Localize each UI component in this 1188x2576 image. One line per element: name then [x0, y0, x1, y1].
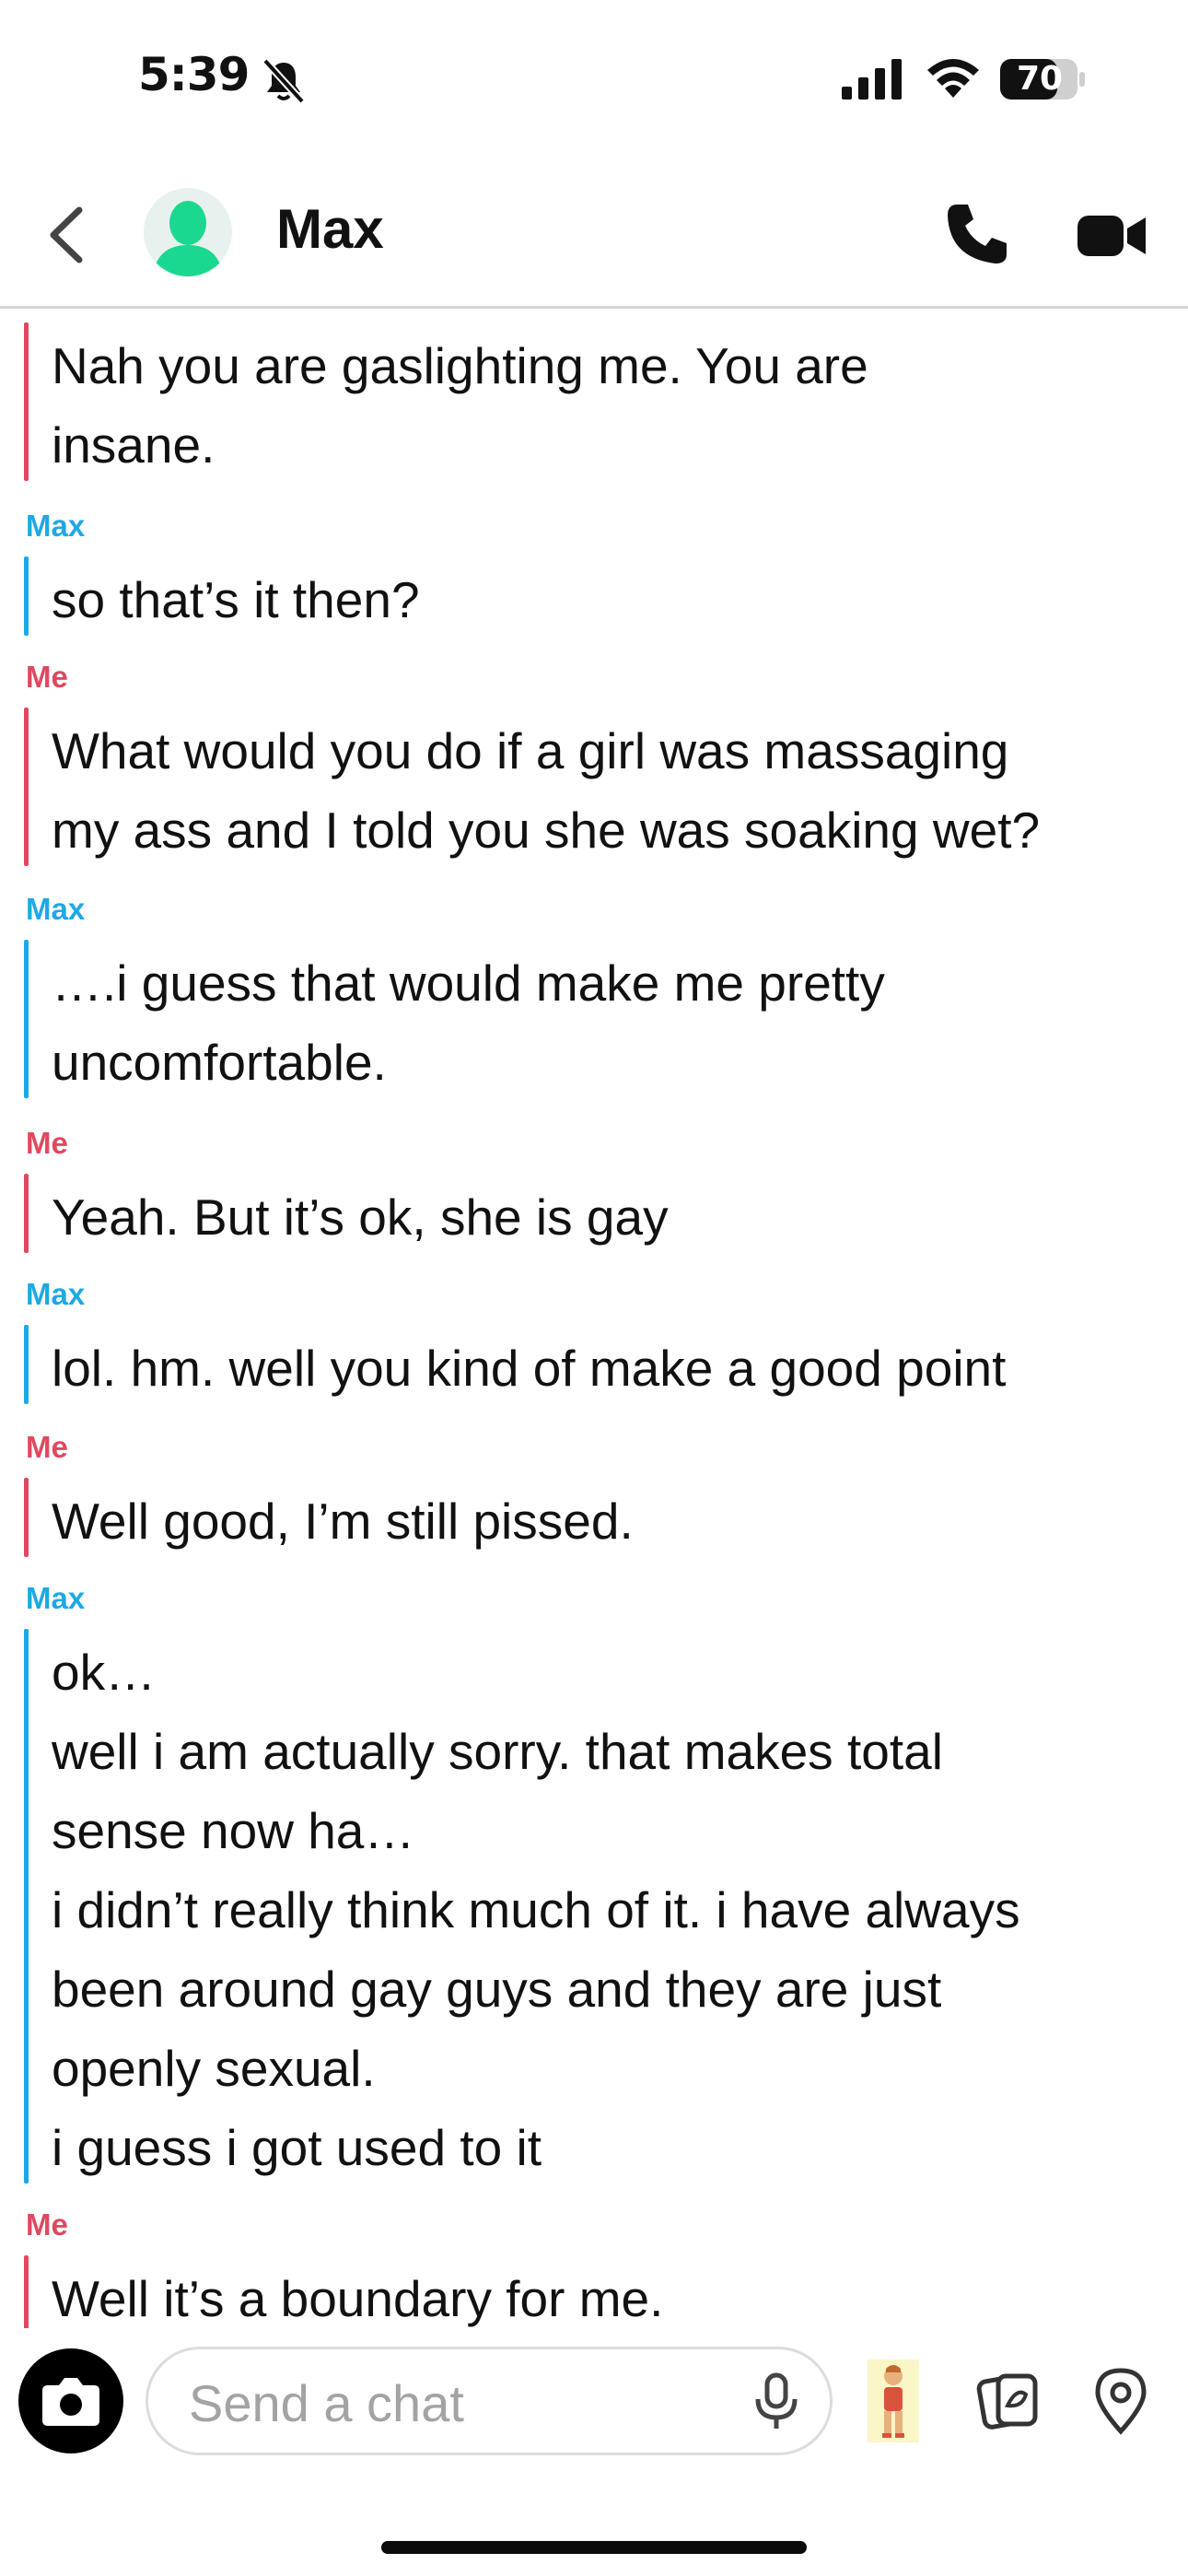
sender-label: Max — [26, 1277, 86, 1311]
home-indicator — [381, 2541, 807, 2554]
wifi-icon — [927, 59, 979, 98]
chat-input[interactable] — [187, 2370, 706, 2436]
cards-icon[interactable] — [976, 2367, 1042, 2433]
bell-slash-icon — [262, 58, 305, 104]
message-text: ok… well i am actually sorry. that makes… — [52, 1644, 1020, 2176]
sender-bar — [24, 1325, 29, 1404]
sender-label: Me — [26, 2207, 68, 2242]
chat-input-bar — [0, 2328, 1188, 2576]
message-bubble[interactable]: ….i guess that would make me pretty unco… — [24, 940, 1166, 1098]
camera-button[interactable] — [18, 2348, 123, 2453]
message-text: ….i guess that would make me pretty unco… — [52, 954, 885, 1091]
status-bar: 5:39 70 — [0, 0, 1188, 157]
chat-input-field[interactable] — [146, 2347, 833, 2455]
signal-icon — [842, 59, 902, 100]
message-bubble[interactable]: ok… well i am actually sorry. that makes… — [24, 1629, 1166, 2184]
message-bubble[interactable]: lol. hm. well you kind of make a good po… — [24, 1325, 1166, 1404]
sender-label: Max — [26, 1581, 86, 1615]
message-bubble[interactable]: Yeah. But it’s ok, she is gay — [24, 1174, 1166, 1253]
sender-bar — [24, 1478, 29, 1557]
message-bubble[interactable]: Well it’s a boundary for me. — [24, 2255, 1166, 2328]
microphone-icon[interactable] — [749, 2371, 804, 2432]
sender-bar — [24, 1629, 29, 2184]
camera-icon — [42, 2378, 99, 2426]
message-text: Yeah. But it’s ok, she is gay — [52, 1188, 669, 1246]
bitmoji-icon[interactable] — [868, 2359, 919, 2442]
message-text: Well it’s a boundary for me. — [52, 2270, 664, 2327]
message-list[interactable]: Nah you are gaslighting me. You are insa… — [0, 315, 1188, 2328]
avatar-icon — [153, 201, 223, 276]
battery-level: 70 — [1016, 60, 1064, 98]
message-bubble[interactable]: so that’s it then? — [24, 556, 1166, 636]
message-bubble[interactable]: Nah you are gaslighting me. You are insa… — [24, 322, 1166, 481]
message-text: Well good, I’m still pissed. — [52, 1493, 634, 1550]
message-text: What would you do if a girl was massagin… — [52, 722, 1041, 859]
sender-bar — [24, 2255, 29, 2328]
back-chevron-icon[interactable] — [41, 203, 96, 267]
sender-bar — [24, 708, 29, 866]
sender-label: Me — [26, 660, 68, 694]
avatar[interactable] — [144, 188, 232, 276]
message-text: Nah you are gaslighting me. You are insa… — [52, 337, 868, 474]
chat-header: Max — [0, 166, 1188, 309]
message-bubble[interactable]: What would you do if a girl was massagin… — [24, 708, 1166, 866]
message-bubble[interactable]: Well good, I’m still pissed. — [24, 1478, 1166, 1557]
sender-label: Max — [26, 892, 86, 926]
phone-icon[interactable] — [944, 201, 1010, 267]
sender-label: Me — [26, 1126, 68, 1160]
sender-label: Max — [26, 509, 86, 543]
sender-bar — [24, 940, 29, 1098]
sender-bar — [24, 1174, 29, 1253]
video-icon[interactable] — [1076, 206, 1149, 265]
location-pin-icon[interactable] — [1089, 2365, 1153, 2435]
contact-name[interactable]: Max — [276, 197, 384, 261]
message-text: so that’s it then? — [52, 571, 420, 628]
sender-label: Me — [26, 1430, 68, 1464]
status-time: 5:39 — [138, 48, 250, 101]
sender-bar — [24, 322, 29, 481]
message-text: lol. hm. well you kind of make a good po… — [52, 1340, 1007, 1397]
sender-bar — [24, 556, 29, 636]
